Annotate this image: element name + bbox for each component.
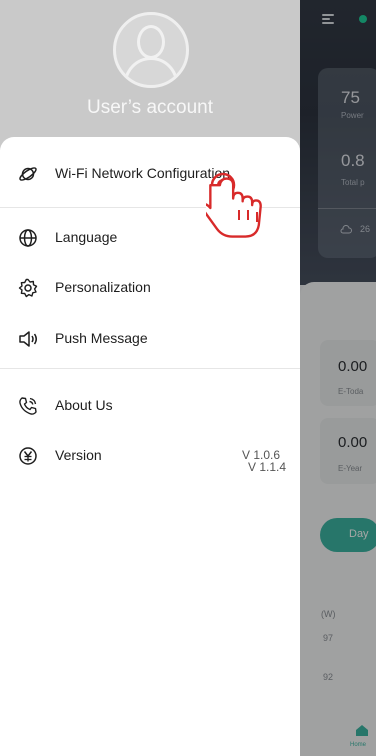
menu-item-about-us[interactable]: About Us (0, 384, 300, 426)
avatar[interactable] (113, 12, 189, 88)
menu-label-wifi-config: Wi-Fi Network Configuration (55, 165, 231, 181)
speaker-icon (19, 331, 37, 347)
firmware-version: V 1.1.4 (248, 460, 287, 474)
avatar-body (124, 57, 178, 85)
planet-icon (19, 167, 37, 181)
menu-label-personalization: Personalization (55, 279, 151, 295)
gear-icon (18, 278, 38, 298)
side-drawer: User’s account Wi-Fi Network Configurati… (0, 0, 300, 756)
hand-pointer-icon (206, 172, 262, 238)
avatar-head (137, 25, 165, 59)
menu-label-language: Language (55, 229, 118, 245)
drawer-scrim[interactable] (300, 0, 376, 756)
menu-item-push-message[interactable]: Push Message (0, 317, 300, 359)
menu-item-personalization[interactable]: Personalization (0, 266, 300, 308)
menu-divider (0, 368, 300, 369)
phone-icon (19, 397, 37, 415)
menu-label-about-us: About Us (55, 397, 113, 413)
version-icon (19, 447, 37, 465)
menu-label-push-message: Push Message (55, 330, 148, 346)
account-header: User’s account (0, 0, 300, 150)
account-name[interactable]: User’s account (0, 97, 300, 119)
globe-icon (19, 229, 37, 247)
menu-label-version: Version (55, 447, 102, 463)
